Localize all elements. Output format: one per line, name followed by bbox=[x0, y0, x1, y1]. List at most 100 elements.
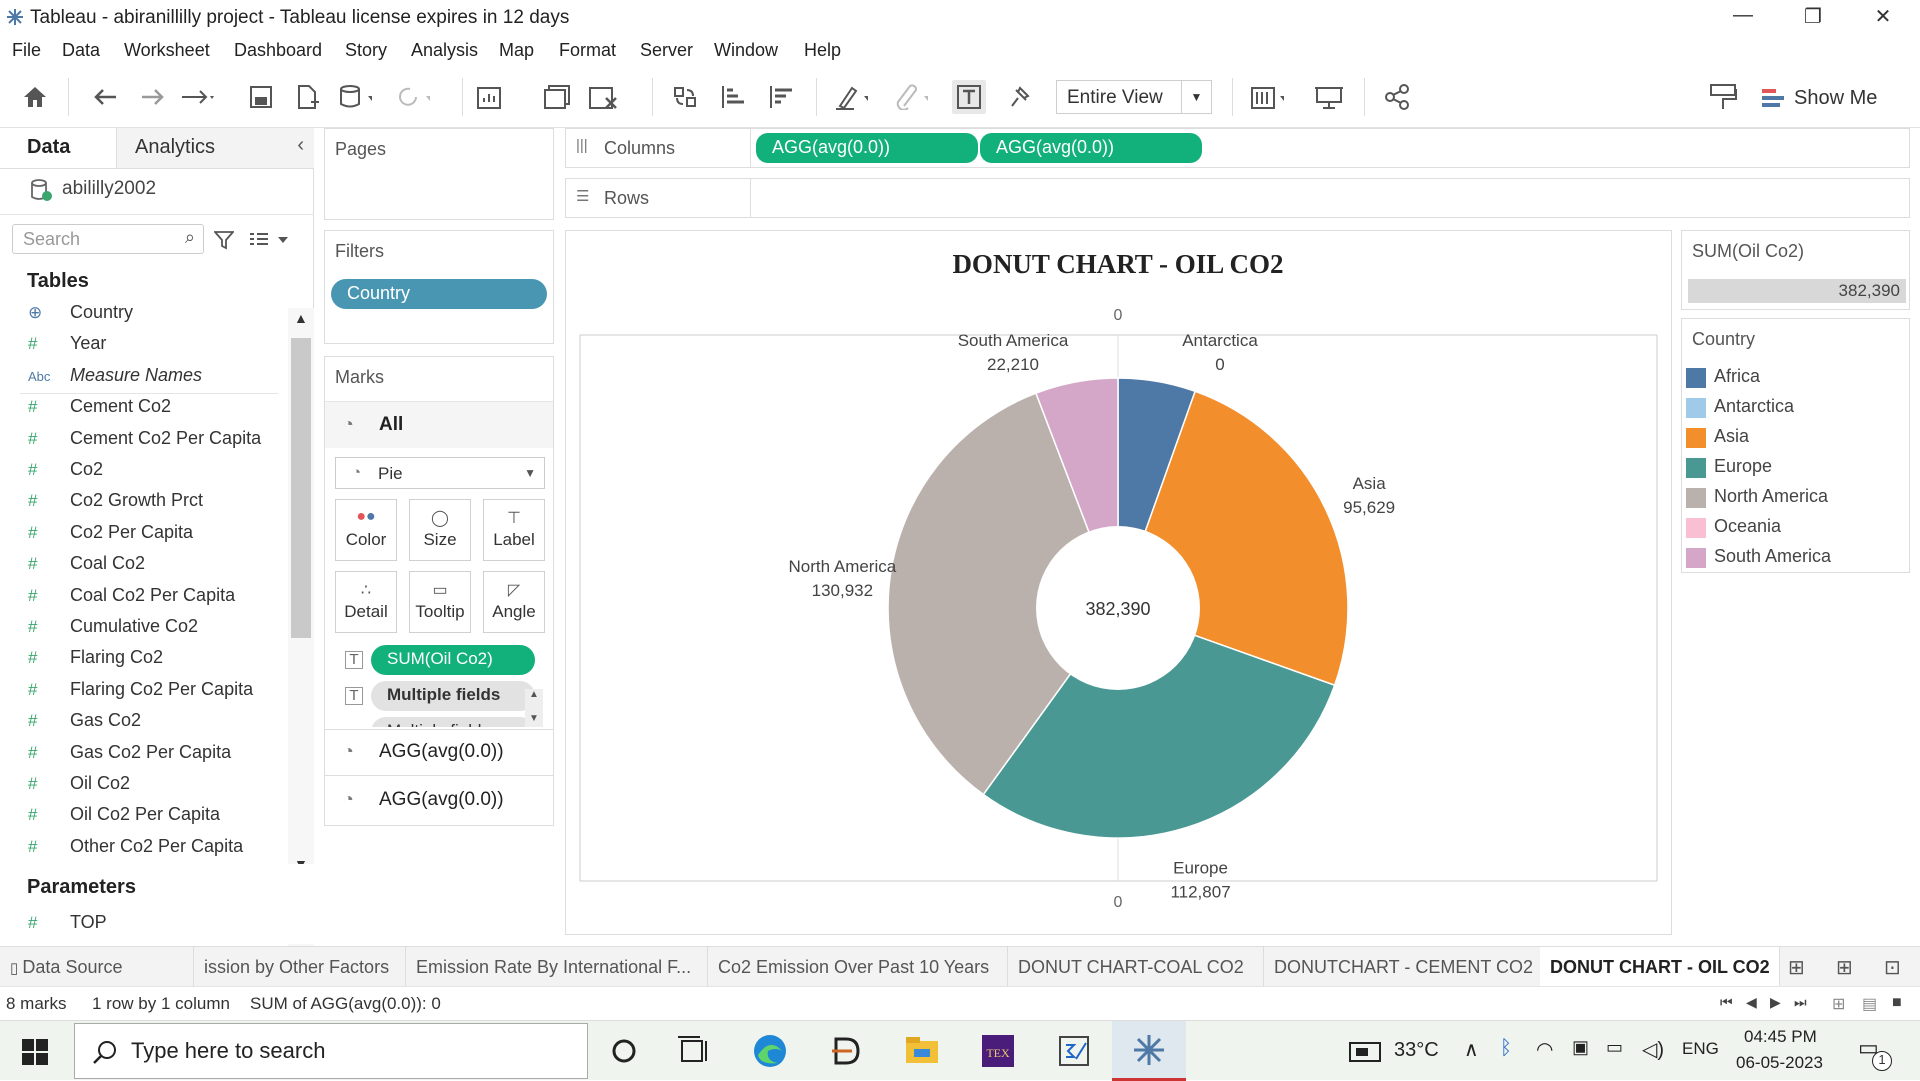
field-item[interactable]: # Coal Co2 Per Capita bbox=[28, 585, 288, 613]
new-worksheet-icon[interactable]: ⊞ bbox=[1788, 955, 1805, 980]
task-view-icon[interactable] bbox=[676, 1033, 712, 1069]
file-explorer-icon[interactable] bbox=[904, 1033, 940, 1069]
marks-fields-scrollbar[interactable]: ▲ ▼ bbox=[525, 689, 543, 727]
weather-temperature[interactable]: 33°C bbox=[1394, 1039, 1439, 1062]
marks-layer-1[interactable]: ◔ AGG(avg(0.0)) bbox=[325, 729, 553, 775]
clear-sheet-icon[interactable] bbox=[588, 80, 622, 114]
columns-pill-1[interactable]: AGG(avg(0.0)) bbox=[756, 133, 978, 163]
field-item[interactable]: # Coal Co2 bbox=[28, 553, 288, 581]
share-icon[interactable] bbox=[1380, 80, 1414, 114]
edge-browser-icon[interactable] bbox=[752, 1033, 788, 1069]
close-button[interactable]: ✕ bbox=[1860, 4, 1906, 30]
scroll-thumb[interactable] bbox=[291, 338, 311, 638]
tab-sheet[interactable]: DONUTCHART - CEMENT CO2 bbox=[1264, 947, 1550, 987]
tab-sheet[interactable]: Co2 Emission Over Past 10 Years bbox=[708, 947, 1008, 987]
menu-map[interactable]: Map bbox=[499, 40, 534, 61]
show-filmstrip-icon[interactable]: ⊞ bbox=[1832, 994, 1845, 1014]
highlight-icon[interactable] bbox=[834, 80, 868, 114]
marks-all-tab[interactable]: ◔ All bbox=[325, 402, 553, 448]
filter-pill-country[interactable]: Country bbox=[331, 279, 547, 309]
tooltip-button[interactable]: ▭ Tooltip bbox=[409, 571, 471, 633]
tab-data[interactable]: Data bbox=[0, 128, 116, 168]
field-item[interactable]: # Co2 bbox=[28, 459, 288, 487]
color-button[interactable]: ●● Color bbox=[335, 499, 397, 561]
bluetooth-icon[interactable]: ᛒ bbox=[1500, 1037, 1512, 1060]
datasource-name[interactable]: abililly2002 bbox=[62, 178, 156, 200]
marks-layer-2[interactable]: ◔ AGG(avg(0.0)) bbox=[325, 777, 553, 823]
tab-sheet[interactable]: DONUT CHART-COAL CO2 bbox=[1008, 947, 1264, 987]
parameter-item[interactable]: # TOP bbox=[28, 912, 288, 940]
taskbar-search-input[interactable]: Type here to search bbox=[74, 1023, 588, 1079]
volume-icon[interactable]: ◁) bbox=[1642, 1037, 1664, 1062]
restore-button[interactable]: ❐ bbox=[1790, 4, 1836, 30]
tab-sheet[interactable]: Emission Rate By International F... bbox=[406, 947, 708, 987]
redo-icon[interactable] bbox=[136, 80, 170, 114]
pause-updates-icon[interactable] bbox=[338, 80, 372, 114]
tab-data-source[interactable]: ▯ Data Source bbox=[0, 947, 194, 987]
group-members-icon[interactable] bbox=[894, 80, 928, 114]
math-editor-icon[interactable] bbox=[1056, 1033, 1092, 1069]
fit-dropdown[interactable]: Entire View ▼ bbox=[1056, 80, 1212, 114]
field-item[interactable]: # Flaring Co2 Per Capita bbox=[28, 679, 288, 707]
sort-descending-icon[interactable] bbox=[764, 80, 798, 114]
fix-axes-icon[interactable] bbox=[1002, 80, 1036, 114]
tab-sheet-active[interactable]: DONUT CHART - OIL CO2 bbox=[1540, 947, 1780, 987]
show-me-button[interactable]: Show Me bbox=[1762, 84, 1912, 114]
next-sheet-icon[interactable]: ▶ bbox=[1770, 994, 1781, 1011]
field-item[interactable]: # Gas Co2 bbox=[28, 710, 288, 738]
chevron-up-icon[interactable]: ∧ bbox=[1464, 1037, 1479, 1062]
angle-button[interactable]: ◸ Angle bbox=[483, 571, 545, 633]
presentation-mode-icon[interactable] bbox=[1312, 80, 1346, 114]
field-item[interactable]: # Cumulative Co2 bbox=[28, 616, 288, 644]
home-icon[interactable] bbox=[18, 80, 52, 114]
new-dashboard-icon[interactable]: ⊞ bbox=[1836, 955, 1853, 980]
collapse-pane-icon[interactable]: ‹ bbox=[297, 134, 304, 157]
tab-analytics[interactable]: Analytics ‹ bbox=[116, 128, 314, 168]
menu-story[interactable]: Story bbox=[345, 40, 387, 61]
field-item[interactable]: ⊕ Country bbox=[28, 302, 288, 330]
show-cards-icon[interactable] bbox=[1250, 80, 1284, 114]
new-worksheet-icon[interactable] bbox=[476, 80, 510, 114]
menu-help[interactable]: Help bbox=[804, 40, 841, 61]
menu-server[interactable]: Server bbox=[640, 40, 693, 61]
field-item[interactable]: # Cement Co2 bbox=[28, 396, 288, 424]
menu-dashboard[interactable]: Dashboard bbox=[234, 40, 322, 61]
last-sheet-icon[interactable]: ⏭ bbox=[1794, 994, 1807, 1011]
field-item[interactable]: # Flaring Co2 bbox=[28, 647, 288, 675]
undo-icon[interactable] bbox=[88, 80, 122, 114]
field-item[interactable]: # Co2 Per Capita bbox=[28, 522, 288, 550]
show-mark-labels-icon[interactable] bbox=[952, 80, 986, 114]
filters-card[interactable]: Filters Country bbox=[324, 230, 554, 344]
new-story-icon[interactable]: ⊡ bbox=[1884, 955, 1901, 980]
menu-analysis[interactable]: Analysis bbox=[411, 40, 478, 61]
field-item[interactable]: # Oil Co2 bbox=[28, 773, 288, 801]
field-search-input[interactable]: Search ⌕ bbox=[12, 224, 204, 254]
tex-editor-icon[interactable]: TEX bbox=[980, 1033, 1016, 1069]
columns-pill-2[interactable]: AGG(avg(0.0)) bbox=[980, 133, 1202, 163]
detail-button[interactable]: ∴ Detail bbox=[335, 571, 397, 633]
show-tabs-icon[interactable]: ■ bbox=[1892, 994, 1902, 1012]
show-sorter-icon[interactable]: ▤ bbox=[1862, 994, 1877, 1014]
clock-time[interactable]: 04:45 PM bbox=[1744, 1027, 1817, 1047]
field-item[interactable]: Abc Measure Names bbox=[28, 365, 288, 393]
scroll-up-icon[interactable]: ▲ bbox=[294, 310, 308, 326]
battery-icon[interactable]: ▭ bbox=[1606, 1037, 1623, 1058]
donut-chart[interactable]: DONUT CHART - OIL CO2 0 0 382,390 Antarc… bbox=[566, 231, 1671, 934]
weather-icon[interactable] bbox=[1348, 1039, 1384, 1063]
network-icon[interactable]: ▣ bbox=[1572, 1037, 1589, 1058]
sort-ascending-icon[interactable] bbox=[716, 80, 750, 114]
prev-sheet-icon[interactable]: ◀ bbox=[1746, 994, 1757, 1011]
size-button[interactable]: ◯ Size bbox=[409, 499, 471, 561]
minimize-button[interactable]: — bbox=[1720, 4, 1766, 30]
menu-file[interactable]: File bbox=[12, 40, 41, 61]
filter-icon[interactable] bbox=[214, 230, 234, 250]
app-d-icon[interactable] bbox=[828, 1033, 864, 1069]
mark-type-dropdown[interactable]: ◔ Pie ▼ bbox=[335, 457, 545, 489]
size-legend[interactable]: SUM(Oil Co2) 382,390 bbox=[1681, 230, 1910, 310]
cortana-icon[interactable] bbox=[606, 1033, 642, 1069]
first-sheet-icon[interactable]: ⏮ bbox=[1720, 994, 1733, 1011]
language-indicator[interactable]: ENG bbox=[1682, 1039, 1719, 1059]
swap-data-icon[interactable] bbox=[180, 80, 214, 114]
field-item[interactable]: # Year bbox=[28, 333, 288, 361]
chevron-down-icon[interactable]: ▼ bbox=[1181, 81, 1211, 113]
